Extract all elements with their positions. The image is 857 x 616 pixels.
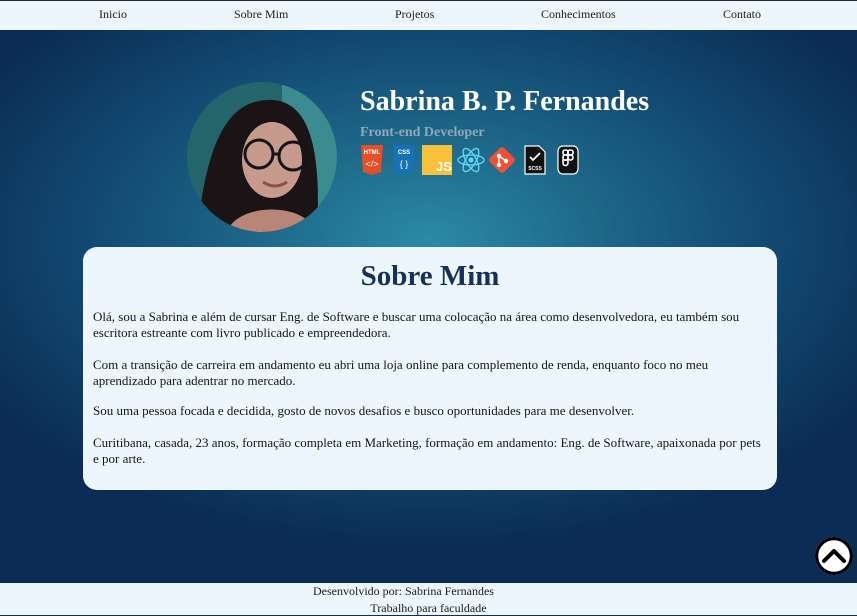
nav-item-contato[interactable]: Contato [723, 7, 761, 22]
page-footer: Desenvolvido por: Sabrina Fernandes Trab… [0, 583, 857, 615]
footer-note: Trabalho para faculdade [370, 601, 487, 615]
about-title: Sobre Mim [360, 260, 500, 292]
chevron-up-icon [815, 537, 853, 575]
css3-icon: CSS { } [391, 145, 421, 175]
html5-icon-glyph: </> [365, 159, 378, 169]
sass-icon-text: SCSS [528, 166, 542, 172]
nav-item-sobre-mim[interactable]: Sobre Mim [234, 7, 288, 22]
javascript-icon: JS [422, 145, 452, 175]
git-icon [487, 145, 517, 175]
css3-icon-text: CSS [398, 150, 410, 156]
nav-item-projetos[interactable]: Projetos [395, 7, 434, 22]
profile-photo [187, 82, 337, 232]
nav-item-conhecimentos[interactable]: Conhecimentos [541, 7, 616, 22]
top-navigation: Inicio Sobre Mim Projetos Conhecimentos … [0, 0, 857, 30]
about-paragraph-4: Curitibana, casada, 23 anos, formação co… [93, 435, 761, 466]
figma-icon [555, 145, 585, 175]
nav-list: Inicio Sobre Mim Projetos Conhecimentos … [0, 1, 857, 30]
html5-icon-text: HTML [364, 150, 381, 156]
sass-icon: SCSS [522, 145, 552, 175]
nav-item-inicio[interactable]: Inicio [99, 7, 127, 22]
about-paragraph-3: Sou uma pessoa focada e decidida, gosto … [93, 403, 635, 418]
css3-icon-glyph: { } [400, 159, 409, 169]
profile-role: Front-end Developer [360, 125, 485, 140]
profile-name: Sabrina B. P. Fernandes [360, 86, 650, 117]
about-paragraph-2: Com a transição de carreira em andamento… [93, 357, 709, 388]
back-to-top-button[interactable] [815, 537, 853, 575]
about-paragraph-1: Olá, sou a Sabrina e além de cursar Eng.… [93, 309, 740, 340]
profile-avatar [187, 82, 337, 232]
about-card: Sobre Mim Olá, sou a Sabrina e além de c… [83, 247, 777, 490]
html5-icon: HTML </> [359, 145, 389, 175]
footer-credit: Desenvolvido por: Sabrina Fernandes [313, 584, 494, 598]
javascript-icon-text: JS [436, 159, 452, 174]
react-icon [456, 145, 486, 175]
